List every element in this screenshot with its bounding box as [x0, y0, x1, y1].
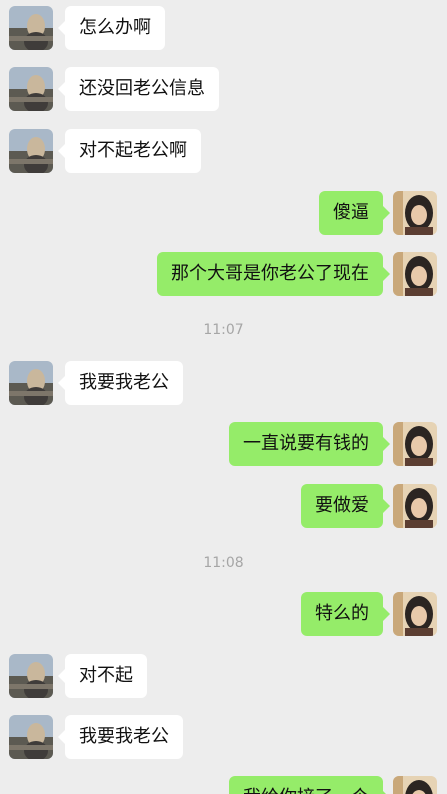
outgoing-message-bubble[interactable]: 一直说要有钱的: [229, 422, 390, 466]
self-avatar-icon[interactable]: [393, 592, 437, 636]
outgoing-message-bubble[interactable]: 要做爱: [301, 484, 390, 528]
self-avatar-icon[interactable]: [393, 422, 437, 466]
self-avatar-icon[interactable]: [393, 776, 437, 794]
contact-avatar-icon[interactable]: [9, 129, 53, 173]
incoming-message-bubble[interactable]: 还没回老公信息: [58, 67, 219, 111]
self-avatar-icon[interactable]: [393, 252, 437, 296]
outgoing-message-bubble[interactable]: 傻逼: [319, 191, 390, 235]
outgoing-message-bubble[interactable]: 特么的: [301, 592, 390, 636]
self-avatar-icon[interactable]: [393, 484, 437, 528]
incoming-message-bubble[interactable]: 怎么办啊: [58, 6, 165, 50]
self-avatar-icon[interactable]: [393, 191, 437, 235]
message-row-outgoing: 我给你接了一个: [0, 776, 447, 794]
message-timestamp: 11:08: [203, 555, 244, 571]
contact-avatar-icon[interactable]: [9, 715, 53, 759]
incoming-message-bubble[interactable]: 对不起老公啊: [58, 129, 201, 173]
incoming-message-bubble[interactable]: 对不起: [58, 654, 147, 698]
incoming-message-bubble[interactable]: 我要我老公: [58, 361, 183, 405]
outgoing-message-bubble[interactable]: 我给你接了一个: [229, 776, 390, 794]
contact-avatar-icon[interactable]: [9, 654, 53, 698]
contact-avatar-icon[interactable]: [9, 361, 53, 405]
incoming-message-bubble[interactable]: 我要我老公: [58, 715, 183, 759]
contact-avatar-icon[interactable]: [9, 67, 53, 111]
message-timestamp: 11:07: [203, 322, 244, 338]
contact-avatar-icon[interactable]: [9, 6, 53, 50]
chat-message-list[interactable]: 怎么办啊 还没回老公信息 对不起老公啊 傻逼 那个大哥是你老公了现在 11:07: [0, 0, 447, 794]
outgoing-message-bubble[interactable]: 那个大哥是你老公了现在: [157, 252, 390, 296]
